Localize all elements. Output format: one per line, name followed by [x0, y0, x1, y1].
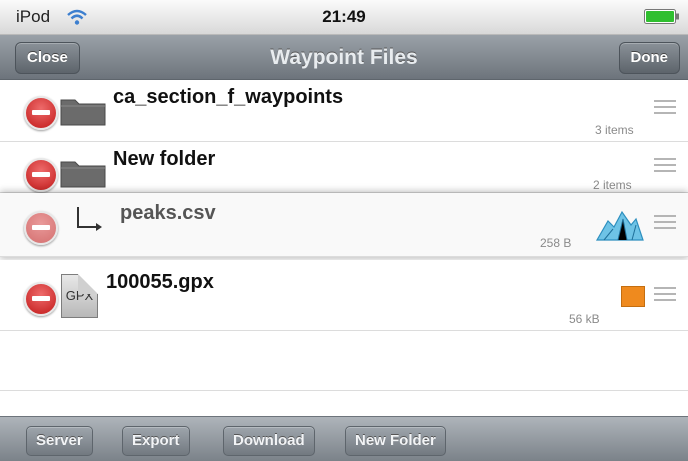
reorder-icon[interactable]: [654, 215, 676, 233]
file-meta: 258 B: [540, 236, 572, 250]
file-list: ca_section_f_waypoints 3 items New folde…: [0, 80, 688, 416]
gpx-file-icon: GPX: [61, 274, 98, 318]
page-title: Waypoint Files: [270, 46, 418, 69]
delete-icon[interactable]: [24, 211, 58, 245]
folder-icon: [60, 99, 106, 126]
file-meta: 56 kB: [569, 312, 600, 326]
delete-icon[interactable]: [24, 282, 58, 316]
mountain-icon: [596, 210, 644, 241]
status-bar: iPod 21:49: [0, 0, 688, 35]
reorder-icon[interactable]: [654, 287, 676, 305]
reorder-icon[interactable]: [654, 158, 676, 176]
export-button[interactable]: Export: [122, 426, 190, 456]
list-item-file[interactable]: GPX 100055.gpx 56 kB: [0, 260, 688, 331]
file-name: 100055.gpx: [106, 271, 214, 293]
file-name: New folder: [113, 148, 216, 170]
list-item-folder[interactable]: New folder 2 items: [0, 142, 688, 193]
arrow-icon: [77, 207, 102, 231]
delete-icon[interactable]: [24, 158, 58, 192]
file-name: peaks.csv: [120, 202, 216, 224]
done-button[interactable]: Done: [618, 42, 680, 74]
navigation-bar: Close Waypoint Files Done: [0, 35, 688, 80]
folder-icon: [60, 161, 106, 188]
empty-row: [0, 331, 688, 391]
file-meta: 3 items: [595, 123, 634, 137]
track-color-swatch: [621, 286, 645, 307]
download-button[interactable]: Download: [223, 426, 315, 456]
file-name: ca_section_f_waypoints: [113, 86, 344, 108]
clock: 21:49: [322, 7, 366, 26]
list-item-folder[interactable]: ca_section_f_waypoints 3 items: [0, 80, 688, 142]
bottom-toolbar: Server Export Download New Folder: [0, 416, 688, 461]
battery-full-icon: [644, 9, 679, 24]
file-meta: 2 items: [593, 178, 632, 192]
new-folder-button[interactable]: New Folder: [345, 426, 446, 456]
reorder-icon[interactable]: [654, 100, 676, 118]
delete-icon[interactable]: [24, 96, 58, 130]
list-item-file[interactable]: peaks.csv 258 B: [0, 193, 688, 257]
server-button[interactable]: Server: [26, 426, 93, 456]
